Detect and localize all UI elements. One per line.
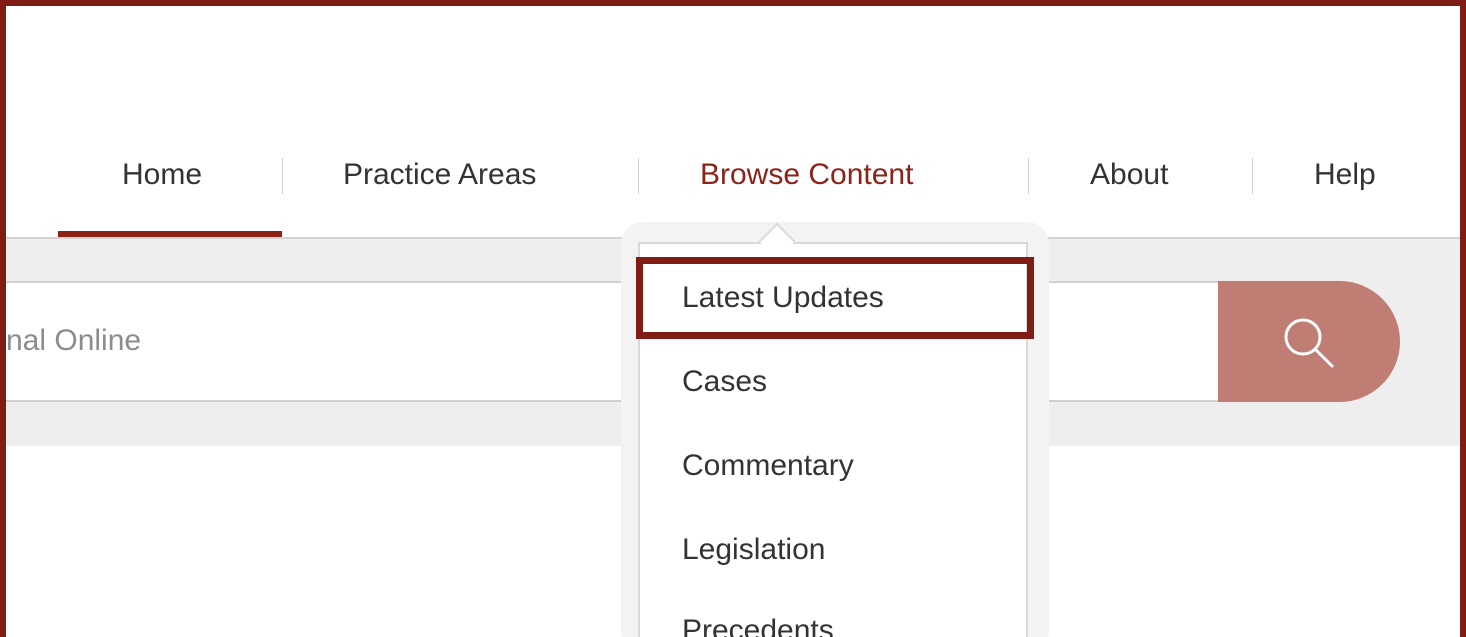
dropdown-item-cases[interactable]: Cases — [682, 362, 767, 402]
nav-separator — [1252, 158, 1253, 194]
nav-separator — [1028, 158, 1029, 194]
nav-item-help[interactable]: Help — [1314, 156, 1376, 194]
dropdown-item-legislation[interactable]: Legislation — [682, 530, 825, 570]
page-frame: Home Practice Areas Browse Content About… — [0, 0, 1466, 637]
main-nav: Home Practice Areas Browse Content About… — [6, 6, 1460, 239]
nav-item-practice-areas[interactable]: Practice Areas — [343, 156, 536, 194]
nav-separator — [638, 158, 639, 194]
nav-item-browse-content[interactable]: Browse Content — [700, 156, 913, 194]
search-input-text: nal Online — [6, 324, 142, 357]
nav-separator — [282, 158, 283, 194]
highlight-box — [636, 257, 1034, 339]
nav-item-about[interactable]: About — [1090, 156, 1168, 194]
dropdown-item-commentary[interactable]: Commentary — [682, 446, 854, 486]
nav-item-home[interactable]: Home — [122, 156, 202, 194]
dropdown-item-precedents[interactable]: Precedents — [682, 611, 834, 637]
search-icon — [1284, 318, 1334, 368]
search-button[interactable] — [1218, 281, 1400, 402]
